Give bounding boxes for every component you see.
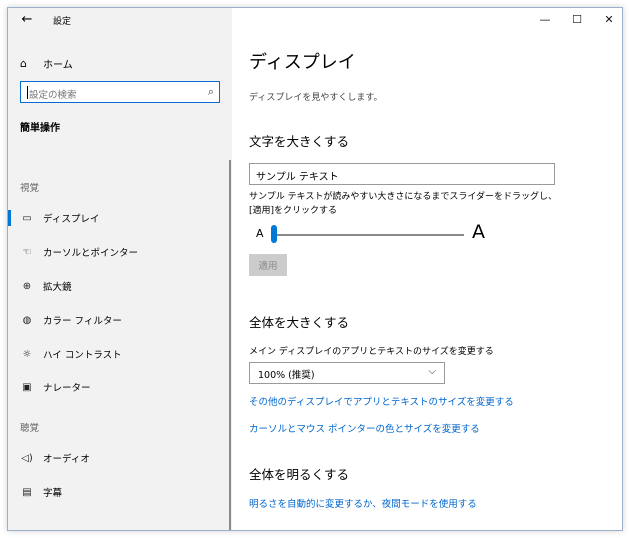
sidebar-item-captions[interactable]: ▤ 字幕 <box>8 477 232 507</box>
captions-icon: ▤ <box>22 486 32 498</box>
section-heading-everything-bigger: 全体を大きくする <box>249 315 350 330</box>
slider-min-label: A <box>256 227 264 240</box>
active-indicator <box>8 210 11 226</box>
sample-text-box: サンプル テキスト <box>249 163 555 185</box>
sidebar-item-label: カーソルとポインター <box>43 248 139 259</box>
close-button[interactable]: ✕ <box>594 10 622 30</box>
text-caret <box>27 86 28 99</box>
sidebar-item-cursor-pointer[interactable]: ☜ カーソルとポインター <box>8 237 232 267</box>
text-size-slider[interactable] <box>271 234 464 236</box>
sidebar-item-label: 拡大鏡 <box>43 282 72 293</box>
sun-icon: ☼ <box>22 348 32 360</box>
sidebar-item-label: ハイ コントラスト <box>43 350 122 361</box>
narrator-icon: ▣ <box>22 381 32 393</box>
slider-max-label: A <box>472 221 485 243</box>
group-heading-hearing: 聴覚 <box>20 423 40 434</box>
section-heading-brightness: 全体を明るくする <box>249 467 350 482</box>
speaker-icon: ◁) <box>21 452 33 464</box>
search-input[interactable]: 設定の検索 ⌕ <box>20 81 220 103</box>
search-icon[interactable]: ⌕ <box>208 85 214 99</box>
main-content: — ☐ ✕ ディスプレイ ディスプレイを見やすくします。 文字を大きくする サン… <box>232 8 622 530</box>
minimize-button[interactable]: — <box>530 10 560 30</box>
sidebar-item-label: 字幕 <box>43 488 63 499</box>
pointer-icon: ☜ <box>22 246 32 258</box>
sidebar-item-home[interactable]: ⌂ ホーム <box>20 54 73 72</box>
group-heading-vision: 視覚 <box>20 183 40 194</box>
scale-dropdown-value: 100% (推奨) <box>258 370 315 381</box>
sidebar-item-label: オーディオ <box>43 454 90 465</box>
scale-label: メイン ディスプレイのアプリとテキストのサイズを変更する <box>249 347 494 357</box>
sidebar-item-label: カラー フィルター <box>43 316 122 327</box>
monitor-icon: ▭ <box>22 212 32 224</box>
link-brightness-night-mode[interactable]: 明るさを自動的に変更するか、夜間モードを使用する <box>249 496 477 510</box>
slider-thumb[interactable] <box>271 225 277 243</box>
sidebar-item-label: ディスプレイ <box>43 214 100 225</box>
slider-description: サンプル テキストが読みやすい大きさになるまでスライダーをドラッグし、[適用]を… <box>249 192 557 216</box>
page-subtitle: ディスプレイを見やすくします。 <box>249 93 383 103</box>
section-title: 簡単操作 <box>20 123 60 134</box>
sidebar-scrollbar[interactable] <box>229 160 231 530</box>
apply-button[interactable]: 適用 <box>249 254 287 276</box>
settings-window: ← 設定 ⌂ ホーム 設定の検索 ⌕ 簡単操作 視覚 ▭ ディスプレイ ☜ カー… <box>7 7 623 531</box>
palette-icon: ◍ <box>22 314 32 326</box>
maximize-button[interactable]: ☐ <box>562 10 592 30</box>
sidebar-item-magnifier[interactable]: ⊕ 拡大鏡 <box>8 271 232 301</box>
sidebar-item-label: ナレーター <box>43 383 91 394</box>
home-icon: ⌂ <box>20 56 27 70</box>
link-cursor-pointer[interactable]: カーソルとマウス ポインターの色とサイズを変更する <box>249 421 480 435</box>
link-other-displays[interactable]: その他のディスプレイでアプリとテキストのサイズを変更する <box>249 394 514 408</box>
chevron-down-icon: ⌵ <box>428 366 436 377</box>
section-heading-text-size: 文字を大きくする <box>249 134 350 149</box>
page-title: ディスプレイ <box>249 52 356 73</box>
search-placeholder: 設定の検索 <box>29 90 77 101</box>
sidebar-item-color-filters[interactable]: ◍ カラー フィルター <box>8 305 232 335</box>
back-icon[interactable]: ← <box>18 11 36 29</box>
sidebar-item-narrator[interactable]: ▣ ナレーター <box>8 372 232 402</box>
sidebar-item-high-contrast[interactable]: ☼ ハイ コントラスト <box>8 339 232 369</box>
magnifier-icon: ⊕ <box>22 280 32 292</box>
sidebar-item-display[interactable]: ▭ ディスプレイ <box>8 203 232 233</box>
sidebar: ← 設定 ⌂ ホーム 設定の検索 ⌕ 簡単操作 視覚 ▭ ディスプレイ ☜ カー… <box>8 8 232 530</box>
home-label: ホーム <box>43 59 73 71</box>
sidebar-item-audio[interactable]: ◁) オーディオ <box>8 443 232 473</box>
scale-dropdown[interactable]: 100% (推奨) ⌵ <box>249 362 445 384</box>
window-title: 設定 <box>53 17 72 27</box>
sample-text: サンプル テキスト <box>256 172 339 183</box>
